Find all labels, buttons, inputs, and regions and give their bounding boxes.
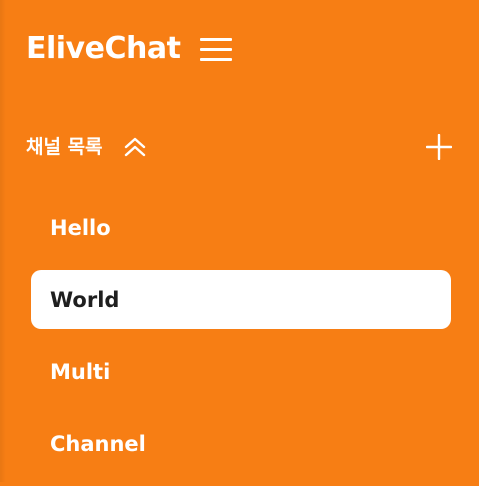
sidebar: EliveChat 채널 목록 Hello World Multi Channe… — [0, 0, 479, 482]
channel-item-multi[interactable]: Multi — [31, 342, 451, 401]
app-title: EliveChat — [26, 31, 181, 66]
channel-label: World — [50, 287, 120, 312]
plus-icon[interactable] — [425, 133, 453, 161]
channel-item-channel[interactable]: Channel — [31, 414, 451, 473]
double-chevron-up-icon[interactable] — [123, 135, 147, 159]
channel-list-title: 채널 목록 — [26, 136, 103, 158]
channel-label: Multi — [50, 359, 111, 384]
channel-list: Hello World Multi Channel — [31, 198, 451, 486]
sidebar-header: EliveChat — [26, 26, 233, 72]
channel-label: Hello — [50, 215, 111, 240]
channel-list-header: 채널 목록 — [26, 128, 453, 166]
channel-label: Channel — [50, 431, 146, 456]
channel-item-world[interactable]: World — [31, 270, 451, 329]
hamburger-menu-icon[interactable] — [200, 37, 233, 61]
channel-item-hello[interactable]: Hello — [31, 198, 451, 257]
sidebar-edge — [0, 0, 6, 482]
